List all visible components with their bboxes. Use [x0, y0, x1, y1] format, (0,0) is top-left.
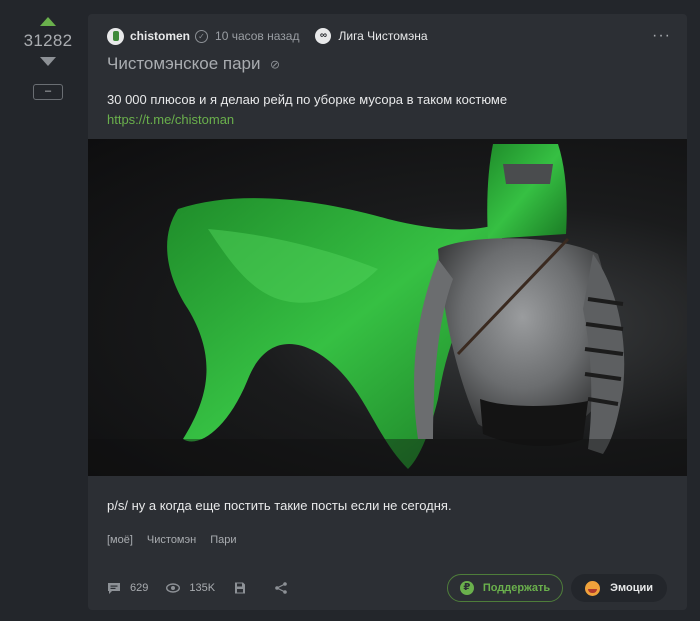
views-stat: 135K: [166, 582, 215, 594]
story-card: chistomen ✓ 10 часов назад ∞ Лига Чистом…: [88, 14, 687, 610]
post-text-2: p/s/ ну а когда еще постить такие посты …: [107, 498, 452, 513]
author-name[interactable]: chistomen: [130, 29, 190, 43]
tag-list: [моё] Чистомэн Пари: [107, 534, 236, 546]
comments-button[interactable]: 629: [107, 582, 148, 594]
save-icon: [235, 582, 246, 594]
title-row: Чистомэнское пари ⊖: [107, 54, 283, 74]
ruble-icon: ₽: [459, 581, 474, 595]
minus-button[interactable]: –: [33, 84, 63, 100]
verified-icon: ✓: [195, 29, 209, 43]
share-icon: [275, 582, 287, 594]
post-time[interactable]: 10 часов назад: [215, 29, 299, 43]
tag-item[interactable]: Чистомэн: [147, 534, 196, 546]
donate-label: Поддержать: [482, 582, 551, 594]
rating-score: 31282: [23, 31, 73, 50]
eye-icon: [166, 583, 181, 593]
save-button[interactable]: [233, 582, 256, 594]
tag-item[interactable]: Пари: [210, 534, 236, 546]
post-image-illustration: [88, 144, 687, 476]
telegram-link[interactable]: https://t.me/chistoman: [107, 112, 234, 127]
community-name[interactable]: Лига Чистомэна: [338, 29, 427, 43]
donate-button[interactable]: ₽ Поддержать: [446, 574, 564, 602]
emoji-icon: [585, 580, 601, 596]
downvote-arrow-icon[interactable]: [40, 57, 56, 66]
story-header: chistomen ✓ 10 часов назад ∞ Лига Чистом…: [107, 26, 671, 46]
post-text-1: 30 000 плюсов и я делаю рейд по уборке м…: [107, 92, 508, 107]
post-image[interactable]: [88, 139, 687, 476]
upvote-arrow-icon[interactable]: [40, 17, 56, 26]
rating-panel: 31282 –: [20, 14, 76, 100]
comment-icon: [108, 583, 120, 594]
share-button[interactable]: [274, 582, 297, 594]
comments-count: 629: [130, 582, 149, 594]
views-count: 135K: [189, 582, 216, 594]
more-icon[interactable]: ···: [652, 28, 671, 44]
emotions-label: Эмоции: [610, 582, 653, 594]
post-title[interactable]: Чистомэнское пари: [107, 54, 261, 74]
link-icon[interactable]: ⊖: [266, 55, 283, 72]
story-footer: 629 135K ₽ Поддержать Эмоции: [107, 574, 667, 602]
tag-item[interactable]: [моё]: [107, 534, 133, 546]
community-icon[interactable]: ∞: [315, 28, 332, 44]
author-avatar[interactable]: [107, 27, 124, 45]
emotions-button[interactable]: Эмоции: [571, 574, 667, 602]
